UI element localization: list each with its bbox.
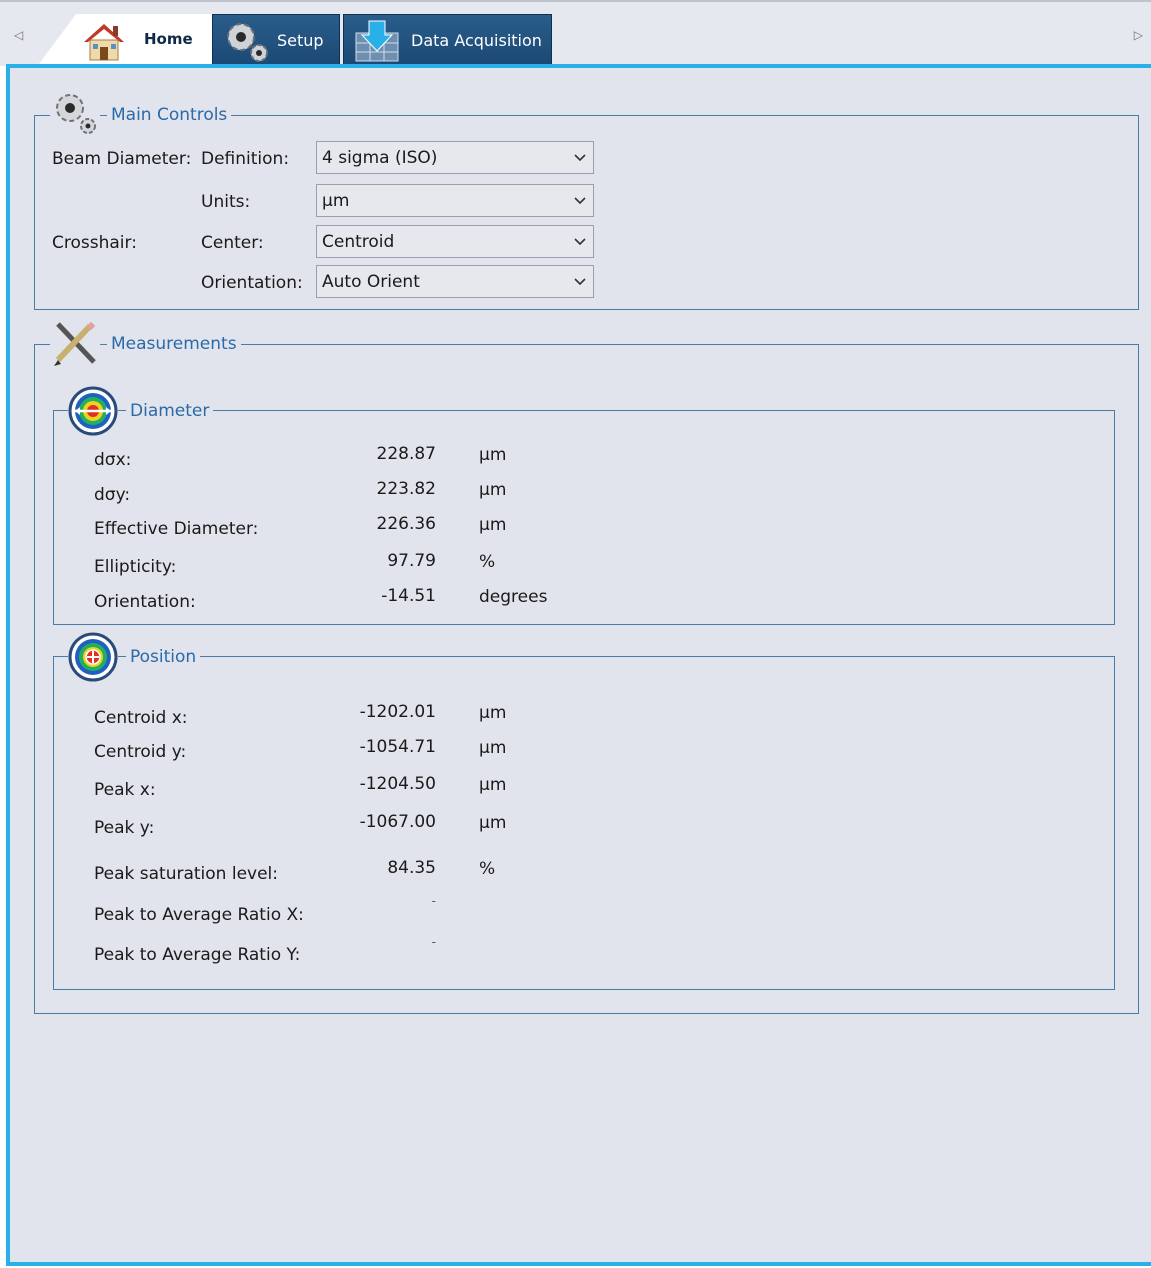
pencil-ruler-icon [50,320,100,373]
peak-y-value: -1067.00 [359,812,436,832]
units-select[interactable]: µm [316,184,594,217]
ellipticity-unit: % [479,552,496,572]
dsy-label: dσy: [94,485,131,505]
dsx-label: dσx: [94,450,132,470]
download-icon [354,19,400,69]
center-select[interactable]: Centroid [316,225,594,258]
crosshair-label: Crosshair: [52,233,137,253]
dsy-value: 223.82 [376,479,436,499]
beam-position-icon [68,632,118,687]
main-controls-title: Main Controls [107,105,232,125]
tab-setup[interactable]: Setup [212,14,340,68]
scroll-right-icon[interactable]: ▷ [1134,28,1143,42]
units-select-value: µm [322,191,350,211]
ribbon-tab-strip: ◁ Home Setup Data Acquisition ▷ [0,0,1151,68]
ellipticity-label: Ellipticity: [94,557,177,577]
peak-x-value: -1204.50 [359,774,436,794]
position-group [53,656,1115,990]
tab-home[interactable]: Home [36,14,212,68]
orientation-label: Orientation: [201,273,303,293]
position-title: Position [126,647,201,667]
home-panel: Main Controls Beam Diameter: Definition:… [6,68,1151,1266]
definition-select[interactable]: 4 sigma (ISO) [316,141,594,174]
peak-saturation-label: Peak saturation level: [94,864,279,884]
center-select-value: Centroid [322,232,395,252]
gears-icon [50,90,100,141]
centroid-x-unit: µm [479,703,507,723]
centroid-y-value: -1054.71 [359,737,436,757]
orientation-measure-label: Orientation: [94,592,196,612]
dsx-value: 228.87 [376,444,436,464]
peak-y-label: Peak y: [94,818,155,838]
orientation-select-value: Auto Orient [322,272,420,292]
units-label: Units: [201,192,251,212]
peak-x-label: Peak x: [94,780,156,800]
effective-diameter-value: 226.36 [376,514,436,534]
centroid-y-label: Centroid y: [94,742,187,762]
tab-setup-label: Setup [277,31,324,50]
centroid-y-unit: µm [479,738,507,758]
chevron-down-icon [573,232,587,255]
peak-saturation-value: 84.35 [387,858,436,878]
effective-diameter-label: Effective Diameter: [94,519,259,539]
scroll-left-icon[interactable]: ◁ [14,28,23,42]
peak-x-unit: µm [479,775,507,795]
orientation-select[interactable]: Auto Orient [316,265,594,298]
ellipticity-value: 97.79 [387,551,436,571]
effective-diameter-unit: µm [479,515,507,535]
diameter-title: Diameter [126,401,214,421]
beam-diameter-icon [68,386,118,441]
gears-icon [223,19,273,69]
peak-avg-ratio-x-value: - [431,894,436,908]
peak-avg-ratio-y-label: Peak to Average Ratio Y: [94,945,301,965]
beam-diameter-label: Beam Diameter: [52,149,192,169]
chevron-down-icon [573,191,587,214]
chevron-down-icon [573,272,587,295]
definition-label: Definition: [201,149,290,169]
peak-avg-ratio-x-label: Peak to Average Ratio X: [94,905,304,925]
diameter-group [53,410,1115,625]
tab-data-acquisition-label: Data Acquisition [411,31,542,50]
orientation-measure-unit: degrees [479,587,548,607]
centroid-x-value: -1202.01 [359,702,436,722]
house-icon [80,20,128,68]
peak-avg-ratio-y-value: - [431,935,436,949]
definition-select-value: 4 sigma (ISO) [322,148,438,168]
dsx-unit: µm [479,445,507,465]
center-label: Center: [201,233,264,253]
peak-y-unit: µm [479,813,507,833]
tab-home-label: Home [144,30,193,48]
chevron-down-icon [573,148,587,171]
tab-data-acquisition[interactable]: Data Acquisition [343,14,552,68]
measurements-title: Measurements [107,334,241,354]
dsy-unit: µm [479,480,507,500]
orientation-measure-value: -14.51 [381,586,436,606]
peak-saturation-unit: % [479,859,496,879]
centroid-x-label: Centroid x: [94,708,188,728]
